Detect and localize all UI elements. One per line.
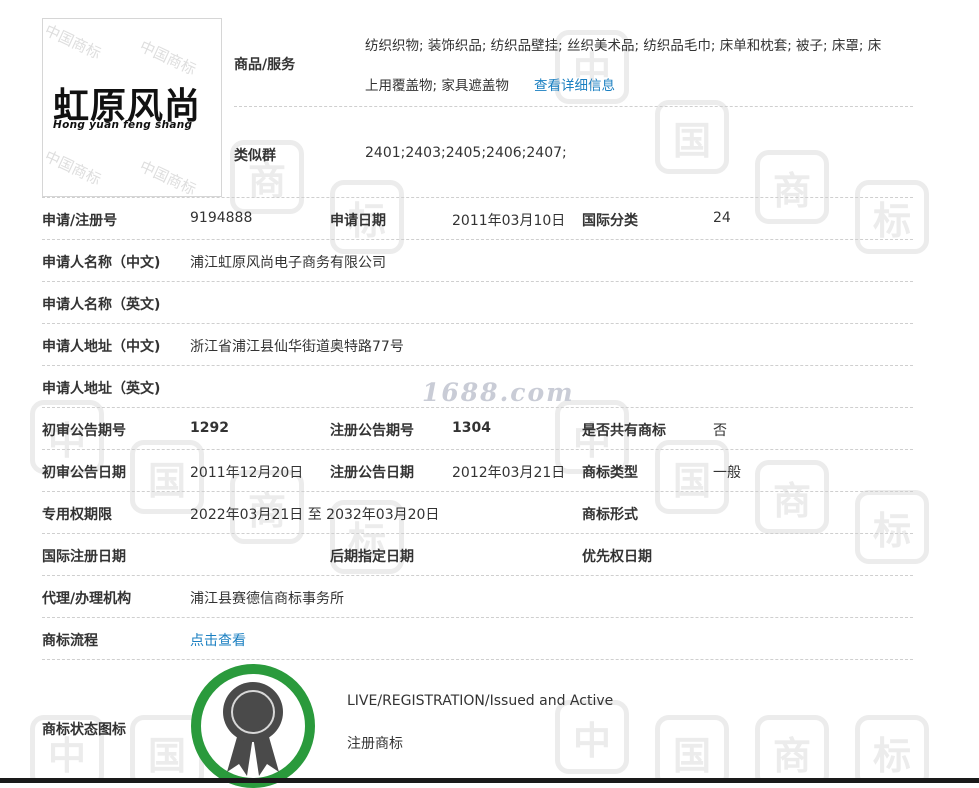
divider xyxy=(42,659,913,660)
watermark-char: 中 xyxy=(555,700,629,774)
applicant-cn-value: 浦江虹原风尚电子商务有限公司 xyxy=(190,255,386,271)
address-cn-label: 申请人地址（中文) xyxy=(42,339,161,355)
agent-label: 代理/办理机构 xyxy=(42,591,132,607)
divider xyxy=(42,533,913,534)
status-cn-text: 注册商标 xyxy=(347,736,403,752)
goods-text-line1: 纺织织物; 装饰织品; 纺织品壁挂; 丝织美术品; 纺织品毛巾; 床单和枕套; … xyxy=(365,38,882,54)
shared-value: 否 xyxy=(713,423,727,439)
tm-type-label: 商标类型 xyxy=(582,465,638,481)
applicant-cn-label: 申请人名称（中文) xyxy=(42,255,161,271)
goods-label: 商品/服务 xyxy=(234,57,296,73)
later-date-label: 后期指定日期 xyxy=(330,549,414,565)
divider xyxy=(42,491,913,492)
divider xyxy=(42,281,913,282)
prelim-no-value: 1292 xyxy=(190,420,229,436)
watermark-char: 标 xyxy=(855,715,929,783)
reg-pub-date-label: 注册公告日期 xyxy=(330,465,414,481)
site-watermark: 1688.com xyxy=(422,378,575,407)
reg-no-value: 9194888 xyxy=(190,210,253,226)
tm-form-label: 商标形式 xyxy=(582,507,638,523)
exclusive-period-value: 2022年03月21日 至 2032年03月20日 xyxy=(190,507,440,523)
status-icon-label: 商标状态图标 xyxy=(42,722,126,738)
divider xyxy=(42,239,913,240)
similar-group-label: 类似群 xyxy=(234,148,276,164)
reg-no-label: 申请/注册号 xyxy=(42,213,118,229)
apply-date-value: 2011年03月10日 xyxy=(452,213,566,229)
logo-sub-text: Hong yuan feng shang xyxy=(53,119,193,131)
bottom-bar xyxy=(0,778,979,783)
agent-value: 浦江县赛德信商标事务所 xyxy=(190,591,344,607)
watermark-char: 标 xyxy=(855,180,929,254)
watermark-char: 标 xyxy=(855,490,929,564)
divider xyxy=(42,449,913,450)
divider xyxy=(42,323,913,324)
divider xyxy=(42,365,913,366)
logo-watermark-text: 中国商标 xyxy=(42,147,104,189)
shared-label: 是否共有商标 xyxy=(582,423,666,439)
similar-group-value: 2401;2403;2405;2406;2407; xyxy=(365,145,567,161)
view-details-link[interactable]: 查看详细信息 xyxy=(534,74,615,94)
address-en-label: 申请人地址（英文) xyxy=(42,381,161,397)
intl-reg-date-label: 国际注册日期 xyxy=(42,549,126,565)
watermark-char: 商 xyxy=(755,460,829,534)
logo-watermark-text: 中国商标 xyxy=(136,37,199,79)
reg-pub-no-value: 1304 xyxy=(452,420,491,436)
process-view-link[interactable]: 点击查看 xyxy=(190,630,246,650)
divider xyxy=(42,617,913,618)
logo-watermark-text: 中国商标 xyxy=(42,21,104,63)
registered-seal-icon xyxy=(191,664,315,788)
watermark-char: 商 xyxy=(755,150,829,224)
reg-pub-no-label: 注册公告期号 xyxy=(330,423,414,439)
divider xyxy=(234,106,913,107)
address-cn-value: 浙江省浦江县仙华街道奥特路77号 xyxy=(190,339,404,355)
applicant-en-label: 申请人名称（英文) xyxy=(42,297,161,313)
prelim-date-label: 初审公告日期 xyxy=(42,465,126,481)
intl-class-label: 国际分类 xyxy=(582,213,638,229)
divider xyxy=(42,197,913,198)
prelim-date-value: 2011年12月20日 xyxy=(190,465,304,481)
goods-text-line2: 上用覆盖物; 家具遮盖物 xyxy=(365,78,509,94)
watermark-char: 国 xyxy=(655,100,729,174)
prelim-no-label: 初审公告期号 xyxy=(42,423,126,439)
divider xyxy=(42,575,913,576)
apply-date-label: 申请日期 xyxy=(330,213,386,229)
watermark-char: 国 xyxy=(655,715,729,783)
reg-pub-date-value: 2012年03月21日 xyxy=(452,465,566,481)
status-en-text: LIVE/REGISTRATION/Issued and Active xyxy=(347,693,614,709)
priority-date-label: 优先权日期 xyxy=(582,549,652,565)
tm-type-value: 一般 xyxy=(713,465,741,481)
exclusive-period-label: 专用权期限 xyxy=(42,507,112,523)
divider xyxy=(42,407,913,408)
trademark-logo-image: 中国商标 中国商标 中国商标 中国商标 虹原风尚 Hong yuan feng … xyxy=(42,18,222,197)
process-label: 商标流程 xyxy=(42,633,98,649)
intl-class-value: 24 xyxy=(713,210,731,226)
logo-watermark-text: 中国商标 xyxy=(136,157,199,197)
watermark-char: 商 xyxy=(755,715,829,783)
